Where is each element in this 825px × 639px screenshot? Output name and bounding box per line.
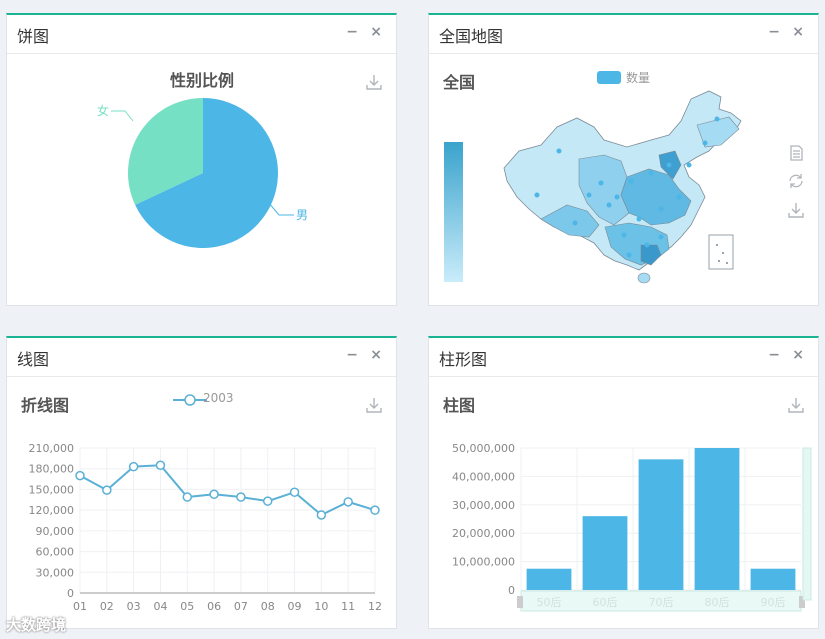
- pie-chart: 性别比例 女 男: [97, 71, 308, 248]
- minimize-button[interactable]: −: [346, 24, 358, 40]
- x-tick-label: 02: [100, 600, 114, 613]
- map-legend-swatch[interactable]: [597, 71, 621, 84]
- y-tick-label: 60,000: [36, 546, 75, 559]
- close-button[interactable]: ×: [792, 24, 804, 40]
- bar-panel-header: 柱形图 − ×: [429, 338, 818, 377]
- close-button[interactable]: ×: [370, 347, 382, 363]
- bar-60后: [582, 516, 628, 590]
- map-panel: 全国地图 − × 全国 数量: [428, 13, 819, 306]
- x-tick-label: 10: [314, 600, 328, 613]
- x-tick-label: 01: [73, 600, 87, 613]
- minimize-button[interactable]: −: [768, 24, 780, 40]
- y-tick-label: 120,000: [29, 504, 75, 517]
- refresh-icon[interactable]: [787, 172, 805, 190]
- line-point: [343, 497, 353, 507]
- vertical-zoom-slider: [802, 447, 812, 601]
- x-tick-label: 04: [153, 600, 167, 613]
- pie-label-male: 男: [296, 208, 308, 222]
- line-point: [155, 460, 166, 471]
- line-panel: 线图 − × 折线图 2003 0 30,000 60,000 90,000 120,0…: [6, 336, 397, 629]
- line-point: [236, 492, 246, 502]
- data-view-icon[interactable]: [787, 144, 805, 162]
- line-chart-title: 折线图: [21, 396, 70, 415]
- y-tick-label: 10,000,000: [452, 556, 515, 569]
- y-tick-label: 0: [508, 584, 515, 597]
- y-tick-label: 50,000,000: [452, 442, 515, 455]
- pie-panel-header: 饼图 − ×: [7, 15, 396, 54]
- line-point: [102, 485, 112, 495]
- y-tick-label: 180,000: [29, 463, 75, 476]
- line-point: [182, 492, 193, 502]
- y-tick-label: 150,000: [29, 483, 75, 496]
- close-button[interactable]: ×: [792, 347, 804, 363]
- y-tick-label: 210,000: [29, 442, 75, 455]
- horizontal-zoom-slider: [520, 590, 802, 612]
- line-point: [289, 487, 300, 497]
- x-tick-label: 08: [261, 600, 275, 613]
- bar-90后: [750, 568, 796, 590]
- y-tick-label: 20,000,000: [452, 527, 515, 540]
- x-tick-label: 07: [234, 600, 248, 613]
- bar-panel: 柱形图 − × 柱图 0 10,000,000 20,000,000 30,000,0…: [428, 336, 819, 629]
- line-point: [316, 510, 327, 520]
- x-tick-label: 12: [368, 600, 382, 613]
- line-series-2003: [79, 464, 376, 517]
- line-legend-marker[interactable]: [173, 393, 207, 407]
- minimize-button[interactable]: −: [768, 347, 780, 363]
- close-button[interactable]: ×: [370, 24, 382, 40]
- x-tick-label: 09: [288, 600, 302, 613]
- bar-chart: 0 10,000,000 20,000,000 30,000,000 40,000,00…: [452, 442, 812, 612]
- china-map[interactable]: [429, 85, 820, 285]
- zoom-handle-left: [517, 596, 523, 608]
- x-tick-label: 05: [180, 600, 194, 613]
- line-point: [75, 470, 85, 481]
- map-legend-label: 数量: [626, 71, 651, 85]
- line-legend-label: 2003: [203, 391, 234, 405]
- line-point: [209, 489, 219, 500]
- pie-panel-title: 饼图: [17, 27, 50, 46]
- watermark: 大数跨境: [6, 616, 67, 634]
- download-icon[interactable]: [787, 201, 805, 219]
- y-tick-label: 90,000: [36, 525, 75, 538]
- pie-label-line-female: [111, 110, 134, 122]
- download-icon[interactable]: [365, 396, 383, 414]
- x-tick-label: 11: [341, 600, 355, 613]
- map-panel-title: 全国地图: [439, 27, 504, 46]
- y-tick-label: 30,000,000: [452, 499, 515, 512]
- x-tick-label: 03: [127, 600, 141, 613]
- bar-chart-title: 柱图: [443, 396, 476, 415]
- pie-panel: 饼图 − × 性别比例 女 男: [6, 13, 397, 306]
- x-tick-label: 06: [207, 600, 221, 613]
- bar-70后: [638, 459, 684, 590]
- y-tick-label: 0: [67, 587, 74, 600]
- pie-label-line-male: [268, 202, 294, 216]
- pie-label-female: 女: [97, 103, 109, 118]
- map-panel-header: 全国地图 − ×: [429, 15, 818, 54]
- y-tick-label: 40,000,000: [452, 470, 515, 483]
- line-point: [262, 496, 273, 506]
- pie-slices: [128, 98, 278, 248]
- line-panel-header: 线图 − ×: [7, 338, 396, 377]
- line-chart: 0 30,000 60,000 90,000 120,000 150,000 180,000…: [29, 442, 383, 613]
- minimize-button[interactable]: −: [346, 347, 358, 363]
- y-tick-label: 30,000: [36, 566, 75, 579]
- bar-80后: [694, 448, 740, 590]
- line-point: [370, 505, 380, 515]
- line-point: [128, 461, 139, 472]
- bar-50后: [526, 568, 572, 590]
- bar-panel-title: 柱形图: [439, 350, 488, 369]
- download-icon[interactable]: [787, 396, 805, 414]
- line-panel-title: 线图: [17, 350, 50, 369]
- pie-chart-title: 性别比例: [170, 71, 234, 90]
